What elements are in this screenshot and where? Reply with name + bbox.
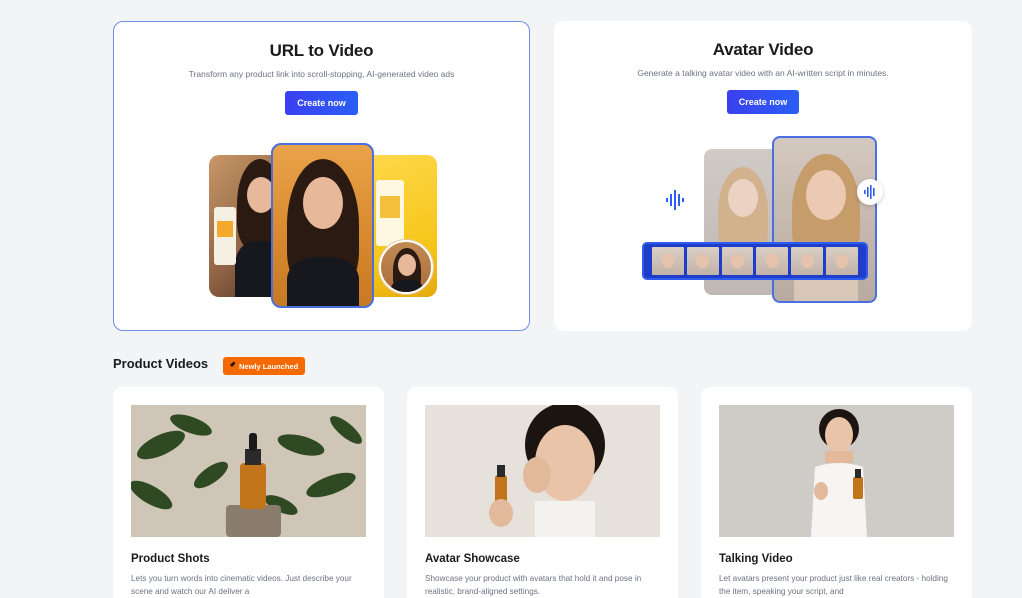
talking-video-card[interactable]: Talking Video Let avatars present your p… xyxy=(701,387,972,598)
url-to-video-card[interactable]: URL to Video Transform any product link … xyxy=(113,21,530,331)
product-bottle-image xyxy=(376,180,404,246)
avatar-showcase-title: Avatar Showcase xyxy=(425,553,520,565)
newly-launched-badge: Newly Launched xyxy=(223,357,306,375)
talking-video-thumbnail xyxy=(719,405,954,537)
avatar-showcase-description: Showcase your product with avatars that … xyxy=(425,574,642,596)
avatar-video-card[interactable]: Avatar Video Generate a talking avatar v… xyxy=(554,21,972,331)
avatar-showcase-card[interactable]: Avatar Showcase Showcase your product wi… xyxy=(407,387,678,598)
product-shots-title: Product Shots xyxy=(131,553,210,565)
video-timeline-strip xyxy=(642,242,868,280)
badge-label: Newly Launched xyxy=(239,361,299,371)
avatar-showcase-thumbnail xyxy=(425,405,660,537)
talking-video-title: Talking Video xyxy=(719,553,793,565)
audio-wave-icon xyxy=(857,179,883,205)
url-to-video-illustration xyxy=(114,22,529,330)
avatar-video-create-button[interactable]: Create now xyxy=(726,90,800,114)
waveform-icon xyxy=(664,189,686,216)
product-videos-heading: Product Videos xyxy=(113,356,209,371)
rocket-icon xyxy=(228,361,236,371)
talking-video-description: Let avatars present your product just li… xyxy=(719,574,948,596)
product-shots-card[interactable]: Product Shots Lets you turn words into c… xyxy=(113,387,384,598)
product-shots-description: Lets you turn words into cinematic video… xyxy=(131,574,352,596)
product-shots-thumbnail xyxy=(131,405,366,537)
avatar-video-title: Avatar Video xyxy=(712,40,814,59)
product-tube-image xyxy=(214,207,236,265)
avatar-video-description: Generate a talking avatar video with an … xyxy=(637,68,889,78)
creator-avatar-thumbnail xyxy=(379,240,433,294)
creator-photo-center xyxy=(271,143,374,308)
